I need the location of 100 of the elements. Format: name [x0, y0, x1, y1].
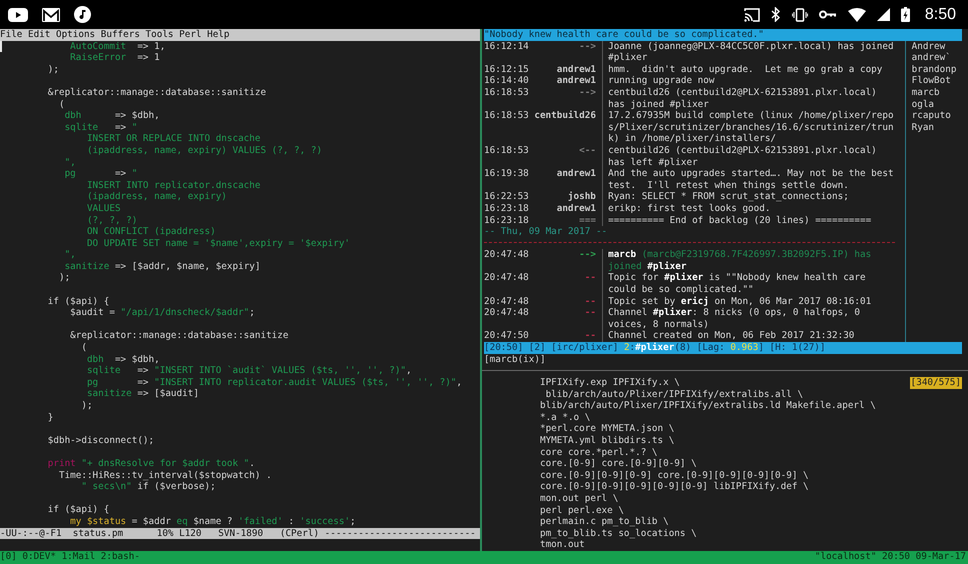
nick: --> — [578, 40, 596, 52]
code-line: sqlite => "INSERT INTO `audit` VALUES ($ts, '', '', ?)", — [86, 365, 412, 377]
shell-line: core core.*perl.*.? \ — [538, 446, 658, 458]
code-line: DO UPDATE SET name = '$name',expiry = '$expiry' — [86, 238, 350, 250]
chat-message: running upgrade now — [602, 75, 714, 87]
chat-message: centbuild26 (centbuild2@PLX-62153891.plxr.local) has joined #plixer — [602, 86, 877, 110]
nick: -- — [584, 272, 596, 284]
menu-item[interactable]: Options — [56, 29, 96, 41]
timestamp: 16:23:18 — [484, 214, 529, 226]
input-prompt[interactable]: [marcb(ix)] — [484, 354, 962, 366]
signal-icon — [876, 8, 890, 21]
code-line: dbh => $dbh, — [64, 110, 160, 122]
window-tab[interactable]: 1:Mail — [62, 551, 96, 564]
nicklist-item[interactable]: andrew` — [912, 52, 962, 64]
nick: joshb — [566, 191, 596, 203]
timestamp: 20:47:48 — [484, 249, 529, 261]
timestamp: 20:47:50 — [484, 330, 529, 342]
wifi-icon — [848, 8, 866, 22]
code-line: (ipaddress, name, expiry) VALUES (?, ?, ?) — [86, 144, 322, 157]
code-line: (?, ?, ?) — [86, 214, 138, 226]
nick: andrew1 — [556, 202, 596, 214]
nick: --> — [578, 249, 596, 261]
timestamp: 16:14:40 — [484, 75, 529, 87]
menu-item[interactable]: File — [0, 29, 22, 41]
code-line: ); — [58, 272, 70, 284]
code-line: dbh => $dbh, — [86, 354, 160, 366]
chat-message: Topic for #plixer is ""Nobody knew health care could be so complicated."" — [602, 272, 866, 296]
menu-item[interactable]: Perl — [179, 29, 202, 41]
code-line: sanitize => [$addr, $name, $expiry] — [64, 260, 260, 272]
timestamp: 16:12:15 — [484, 64, 529, 76]
vibrate-icon — [792, 8, 808, 22]
timestamp: 16:18:53 — [484, 110, 529, 122]
timestamp: 20:47:48 — [484, 307, 529, 319]
timestamp: 16:23:18 — [484, 202, 529, 214]
shell-line: tmon.out — [538, 539, 585, 551]
code-line: sqlite => " — [64, 122, 138, 134]
menu-item[interactable]: Tools — [146, 29, 174, 41]
date-separator: -- Thu, 09 Mar 2017 -- — [484, 226, 608, 238]
chat-message: centbuild26 (centbuild2@PLX-62153891.plxr.local) has left #plixer — [602, 144, 877, 168]
shell-line: MYMETA.yml blibdirs.ts \ — [538, 434, 674, 447]
code-line: if ($api) { — [46, 504, 110, 516]
chat-message: hmm. didn't auto upgrade. Let me go grab a copy — [602, 64, 882, 76]
timestamp: 16:19:38 — [484, 168, 529, 180]
code-line: print "+ dnsResolve for $addr took ". — [46, 458, 255, 470]
code-line: Time::HiRes::tv_interval($stopwatch) . — [58, 470, 272, 482]
nicklist-item[interactable]: FlowBot — [912, 75, 962, 87]
cast-icon — [744, 8, 760, 22]
code-line: $dbh->disconnect(); — [46, 434, 154, 446]
chat-message: Ryan: SELECT * FROM scrut_stat_connections; — [602, 191, 849, 203]
clock-time: 8:50 — [924, 6, 956, 24]
code-line: sanitize => [$audit] — [86, 388, 199, 400]
code-line: $audit = "/api/1/dnscheck/$addr"; — [69, 307, 255, 319]
nicklist-item[interactable]: ogla — [912, 98, 962, 110]
menu-item[interactable]: Help — [207, 29, 230, 41]
code-line: RaiseError => 1 — [69, 52, 160, 64]
chat-message: marcb (marcb@F2319768.7F426997.3B2092F5.IP) has joined #plixer — [602, 249, 872, 272]
code-line: pg => " — [64, 168, 138, 180]
nick: === — [578, 214, 596, 226]
shell-line: *.a *.o \ — [538, 412, 590, 424]
shell-line: perlmain.c pm_to_blib \ — [538, 516, 669, 528]
code-line: &replicator::manage::database::sanitize — [46, 86, 266, 99]
nicklist-item[interactable]: marcb — [912, 86, 962, 99]
channel-topic: "Nobody knew health care could be so complicated." — [484, 29, 962, 41]
shell-line: blib/arch/auto/Plixer/IPFIXify/extralibs.ld Makefile.aperl \ — [538, 400, 876, 412]
nicklist-item[interactable]: Andrew — [912, 40, 962, 52]
irc-status-bar: [20:50] [2] [irc/plixer] 2:#plixer(8) [Lag: 0.963] [H: 1(27)] — [484, 342, 962, 354]
scroll-position-badge: [340/575] — [910, 376, 962, 389]
text-cursor — [0, 40, 2, 52]
nicklist-item[interactable]: rcaputo — [912, 110, 962, 122]
nicklist-item[interactable]: brandonp — [912, 64, 962, 76]
nick: centbuild26 — [534, 110, 596, 122]
window-tab[interactable]: 2:bash- — [100, 551, 140, 564]
chat-message: erikp: first test looks good. — [602, 202, 770, 214]
host-clock: "localhost" 20:50 09-Mar-17 — [814, 551, 966, 564]
code-line: ( — [80, 342, 87, 354]
code-line: INSERT INTO replicator.dnscache — [86, 180, 260, 192]
bluetooth-icon — [770, 7, 781, 22]
chat-message: Channel #plixer: 8 nicks (0 ops, 0 halfops, 0 voices, 8 normals) — [602, 307, 860, 330]
code-line: ON CONFLICT (ipaddress) — [86, 226, 216, 238]
code-line: ", — [64, 249, 76, 261]
shell-line: *perl.core MYMETA.json \ — [538, 423, 674, 435]
code-line: ); — [46, 64, 59, 76]
nick: <-- — [578, 144, 596, 157]
nick: andrew1 — [556, 64, 596, 76]
nick: andrew1 — [556, 168, 596, 180]
nick: andrew1 — [556, 75, 596, 87]
shell-line: core.[0-9] core.[0-9][0-9] \ — [538, 458, 697, 470]
code-line: if ($api) { — [46, 296, 110, 308]
nicklist-item[interactable]: Ryan — [912, 122, 962, 134]
shell-line: mon.out perl \ — [538, 492, 618, 504]
menu-item[interactable]: Edit — [28, 29, 50, 41]
code-line: ", — [64, 156, 76, 168]
chat-message: ========== End of backlog (20 lines) ========== — [602, 214, 872, 226]
shell-line: IPFIXify.exp IPFIXify.x \ — [538, 376, 680, 389]
menu-item[interactable]: Buffers — [100, 29, 140, 41]
shell-line: perl perl.exe \ — [538, 504, 624, 516]
timestamp: 16:22:53 — [484, 191, 529, 203]
window-tab[interactable]: 0:DEV* — [22, 551, 56, 564]
code-line: (ipaddress, name, expiry) — [86, 191, 227, 203]
music-note-icon — [74, 6, 91, 23]
